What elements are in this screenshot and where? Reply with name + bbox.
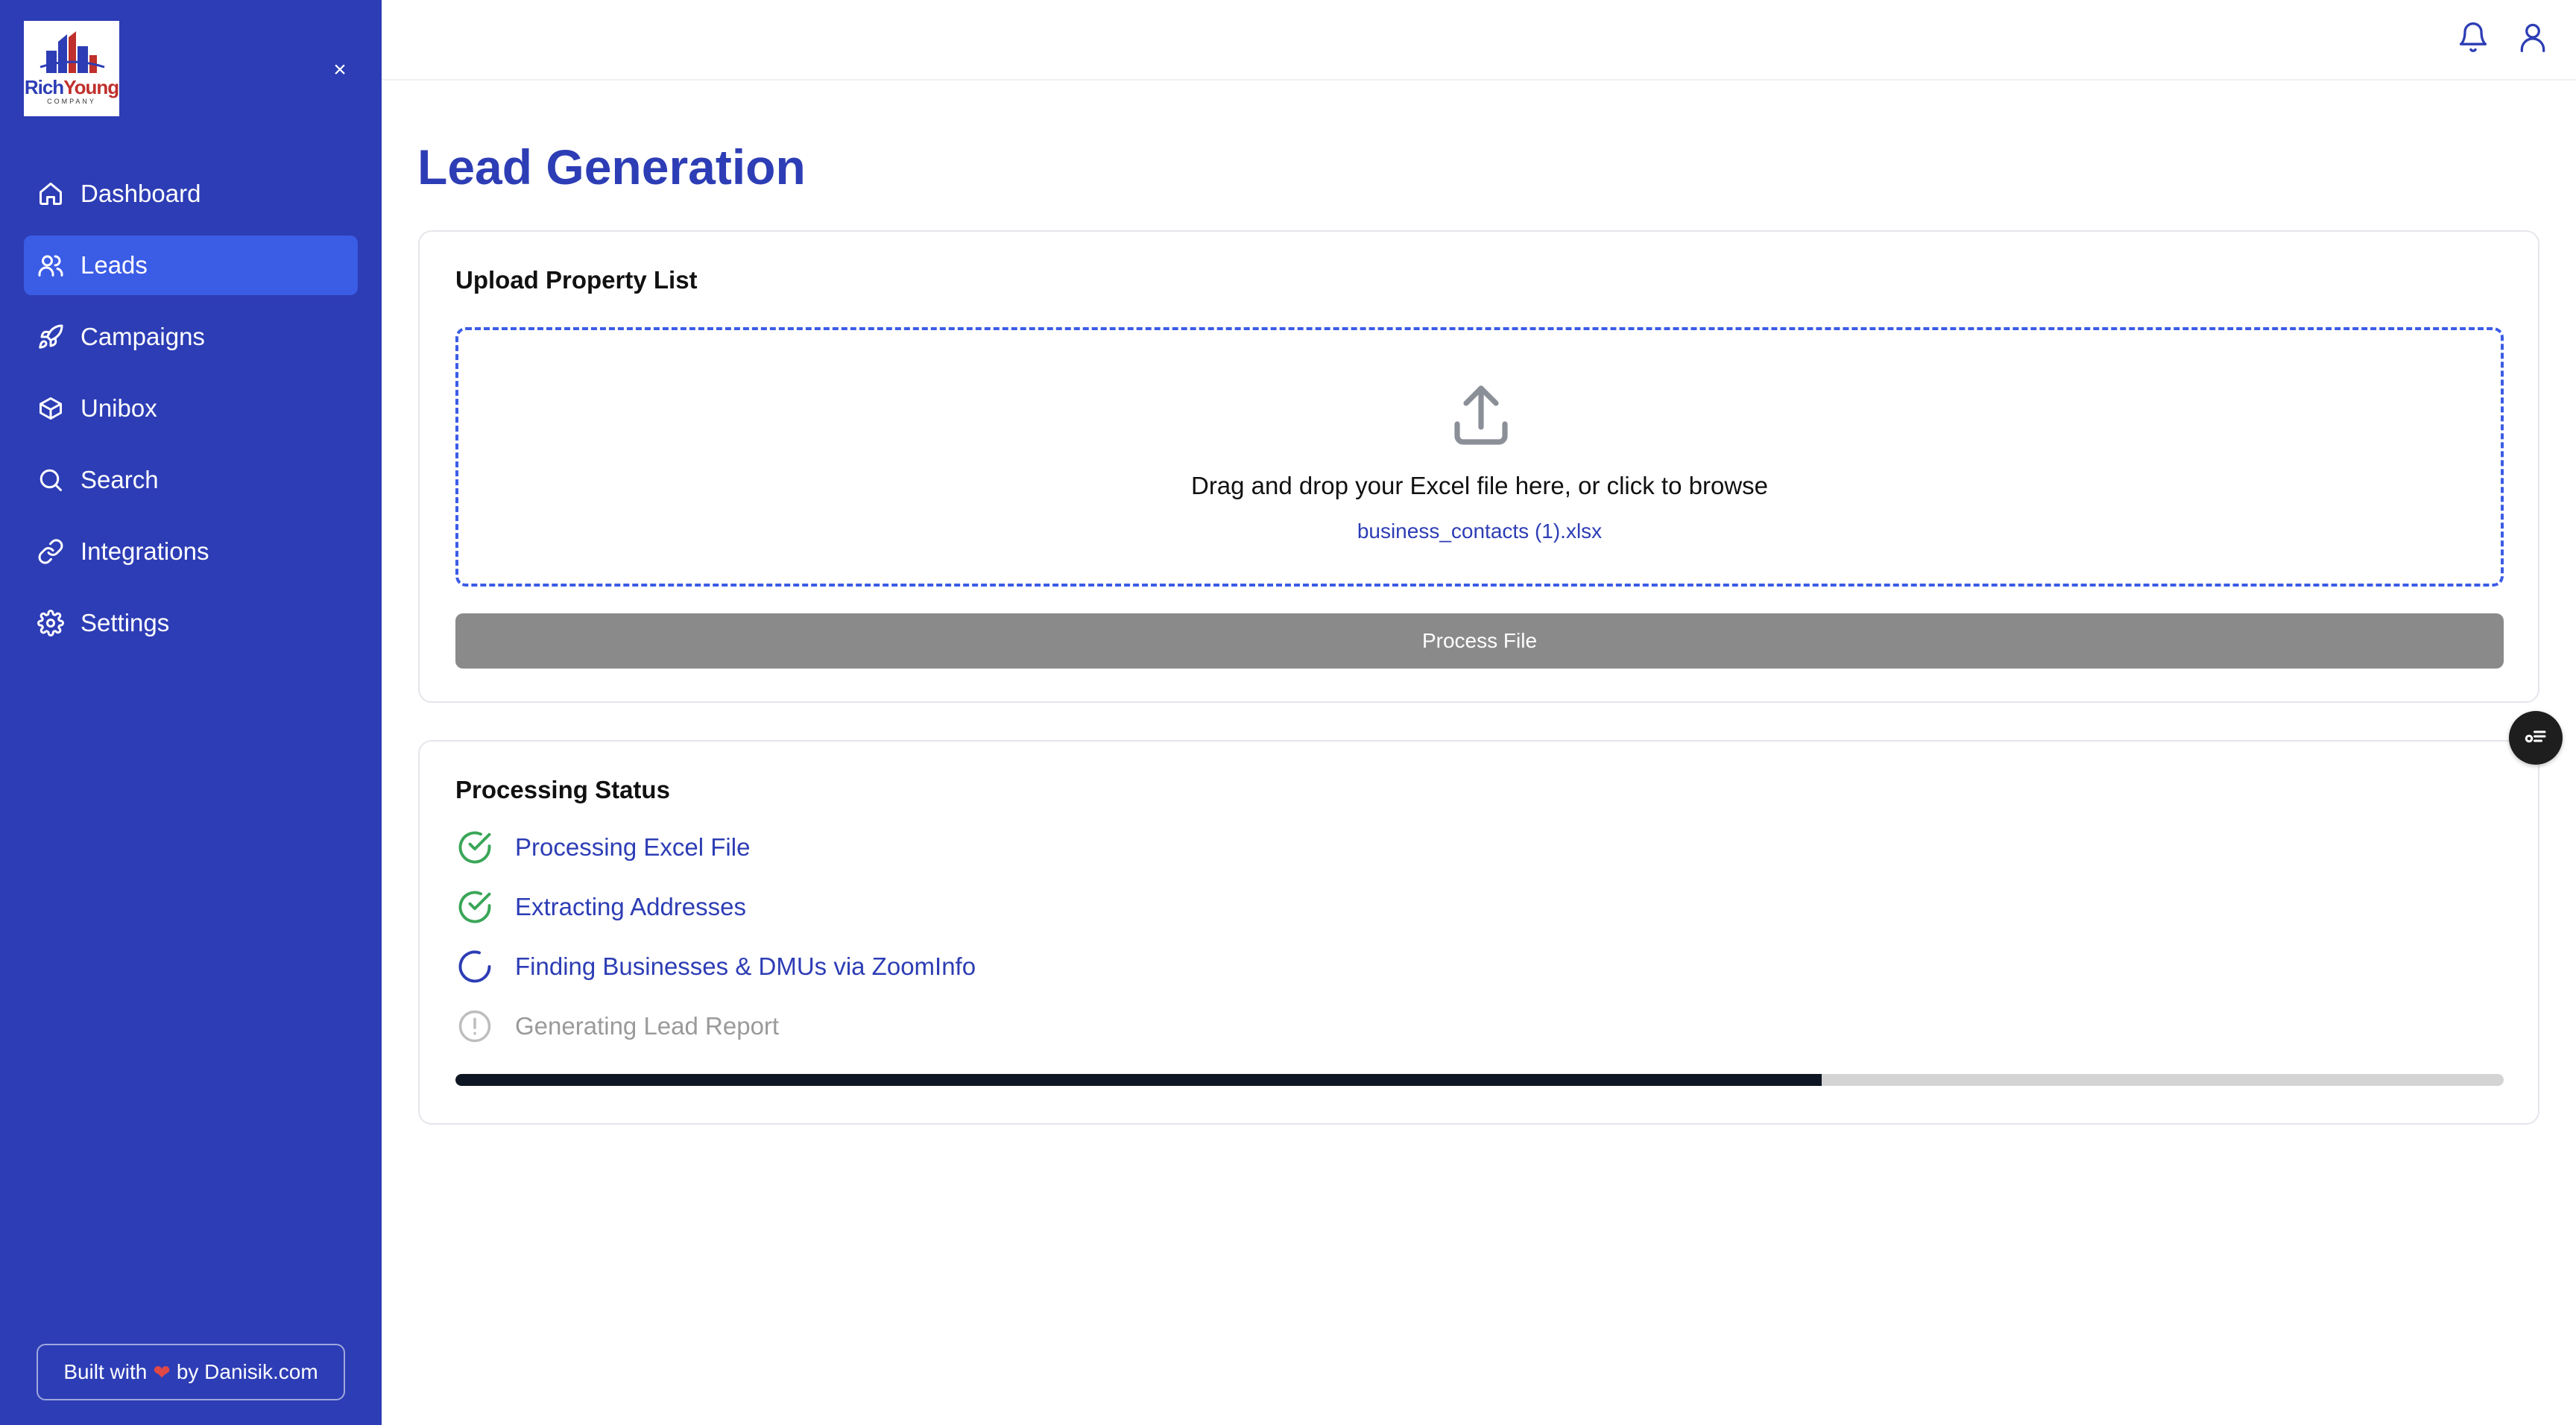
progress-bar-fill bbox=[455, 1074, 1822, 1086]
bell-icon[interactable] bbox=[2454, 18, 2493, 57]
heart-icon: ❤ bbox=[153, 1360, 171, 1384]
built-with-link[interactable]: Built with ❤ by Danisik.com bbox=[37, 1344, 345, 1400]
sidebar-item-label: Integrations bbox=[80, 537, 209, 565]
status-step-label: Processing Excel File bbox=[515, 833, 751, 861]
link-icon bbox=[36, 537, 66, 566]
status-step-finding-businesses: Finding Businesses & DMUs via ZoomInfo bbox=[455, 947, 976, 986]
sidebar-item-settings[interactable]: Settings bbox=[24, 593, 358, 653]
built-with-prefix: Built with bbox=[63, 1360, 148, 1383]
status-step-processing-excel: Processing Excel File bbox=[455, 828, 750, 867]
sidebar-item-dashboard[interactable]: Dashboard bbox=[24, 164, 358, 224]
logo-wordmark: RichYoung bbox=[24, 76, 119, 98]
status-step-label: Extracting Addresses bbox=[515, 893, 746, 920]
sidebar-item-search[interactable]: Search bbox=[24, 450, 358, 510]
sidebar: RichYoung COMPANY × Dashboard Leads Camp… bbox=[0, 0, 382, 1425]
sidebar-item-label: Dashboard bbox=[80, 180, 201, 207]
upload-card: Upload Property List Drag and drop your … bbox=[418, 230, 2539, 703]
company-logo[interactable]: RichYoung COMPANY bbox=[24, 21, 119, 116]
status-step-generating-report: Generating Lead Report bbox=[455, 1007, 779, 1046]
dropzone-instructions: Drag and drop your Excel file here, or c… bbox=[1190, 472, 1769, 499]
sidebar-item-label: Search bbox=[80, 466, 159, 493]
logo-buildings-icon bbox=[40, 31, 105, 73]
processing-status-title: Processing Status bbox=[455, 776, 670, 803]
processing-status-card: Processing Status Processing Excel File … bbox=[418, 740, 2539, 1125]
sidebar-item-integrations[interactable]: Integrations bbox=[24, 522, 358, 581]
file-dropzone[interactable]: Drag and drop your Excel file here, or c… bbox=[455, 327, 2504, 587]
sidebar-item-unibox[interactable]: Unibox bbox=[24, 379, 358, 438]
box-icon bbox=[36, 394, 66, 423]
process-file-button[interactable]: Process File bbox=[455, 613, 2504, 669]
user-icon[interactable] bbox=[2513, 18, 2552, 57]
status-step-extracting-addresses: Extracting Addresses bbox=[455, 888, 746, 926]
page-title: Lead Generation bbox=[417, 139, 806, 195]
sidebar-item-label: Settings bbox=[80, 609, 170, 636]
selected-file-name: business_contacts (1).xlsx bbox=[1357, 519, 1603, 543]
users-icon bbox=[36, 250, 66, 280]
built-with-suffix: by Danisik.com bbox=[176, 1360, 318, 1383]
check-circle-icon bbox=[455, 828, 494, 867]
sidebar-item-label: Leads bbox=[80, 251, 148, 279]
loading-spinner-icon bbox=[455, 947, 494, 986]
sidebar-item-campaigns[interactable]: Campaigns bbox=[24, 307, 358, 367]
sidebar-item-leads[interactable]: Leads bbox=[24, 236, 358, 295]
top-bar bbox=[382, 0, 2576, 80]
close-sidebar-button[interactable]: × bbox=[325, 55, 355, 85]
gear-icon bbox=[36, 608, 66, 638]
status-step-label: Generating Lead Report bbox=[515, 1012, 780, 1040]
floating-action-button[interactable] bbox=[2509, 711, 2563, 765]
alert-circle-icon bbox=[455, 1007, 494, 1046]
rocket-icon bbox=[36, 322, 66, 352]
search-icon bbox=[36, 465, 66, 495]
sidebar-item-label: Campaigns bbox=[80, 323, 205, 350]
sidebar-item-label: Unibox bbox=[80, 394, 157, 422]
logo-subtitle: COMPANY bbox=[47, 98, 96, 105]
home-icon bbox=[36, 179, 66, 209]
upload-card-title: Upload Property List bbox=[455, 266, 698, 294]
progress-bar bbox=[455, 1074, 2504, 1086]
status-step-label: Finding Businesses & DMUs via ZoomInfo bbox=[515, 952, 976, 980]
check-circle-icon bbox=[455, 888, 494, 926]
list-filter-icon bbox=[2522, 723, 2549, 753]
upload-icon bbox=[1445, 379, 1517, 451]
